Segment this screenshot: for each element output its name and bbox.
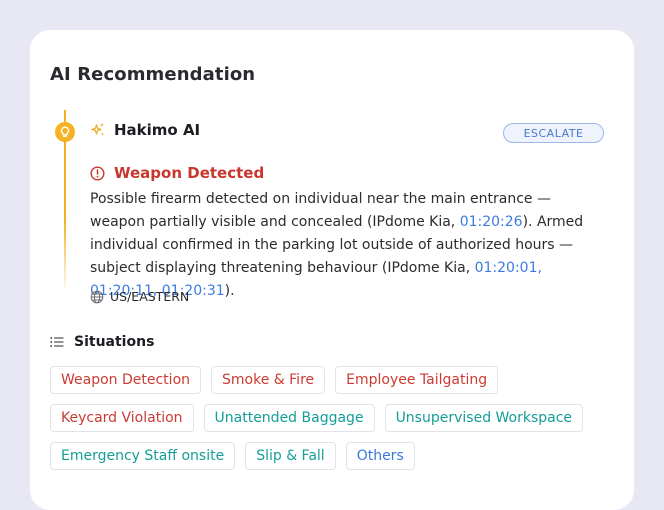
escalate-button[interactable]: ESCALATE bbox=[503, 123, 604, 143]
list-icon bbox=[50, 337, 64, 347]
situation-tag[interactable]: Unattended Baggage bbox=[203, 404, 375, 432]
card-title: AI Recommendation bbox=[50, 64, 256, 85]
alert-header: Weapon Detected bbox=[90, 164, 264, 182]
timezone-label: US/EASTERN bbox=[110, 289, 190, 304]
situation-tag[interactable]: Emergency Staff onsite bbox=[50, 442, 236, 470]
alert-circle-icon bbox=[90, 165, 105, 181]
situation-tag[interactable]: Keycard Violation bbox=[50, 404, 194, 432]
sparkle-icon bbox=[90, 122, 106, 138]
situation-tag[interactable]: Others bbox=[345, 442, 415, 470]
situation-tag[interactable]: Slip & Fall bbox=[245, 442, 336, 470]
situation-tag[interactable]: Unsupervised Workspace bbox=[384, 404, 584, 432]
alert-description: Possible firearm detected on individual … bbox=[90, 188, 610, 303]
ai-recommendation-card: AI Recommendation Hakimo AI ESCALATE Wea… bbox=[30, 30, 634, 510]
globe-icon bbox=[90, 290, 104, 303]
lightbulb-icon bbox=[55, 122, 75, 142]
ai-source-header: Hakimo AI bbox=[90, 121, 200, 139]
description-text: ). bbox=[224, 283, 235, 299]
situations-header: Situations bbox=[50, 334, 154, 350]
timestamp-link[interactable]: 01:20:26 bbox=[460, 214, 523, 230]
alert-title: Weapon Detected bbox=[114, 164, 265, 182]
timezone-row: US/EASTERN bbox=[90, 289, 189, 304]
situations-title: Situations bbox=[74, 334, 155, 350]
situation-tags: Weapon Detection Smoke & Fire Employee T… bbox=[50, 366, 620, 470]
situation-tag[interactable]: Weapon Detection bbox=[50, 366, 202, 394]
ai-source-name: Hakimo AI bbox=[114, 121, 201, 139]
situation-tag[interactable]: Smoke & Fire bbox=[211, 366, 326, 394]
situation-tag[interactable]: Employee Tailgating bbox=[335, 366, 499, 394]
